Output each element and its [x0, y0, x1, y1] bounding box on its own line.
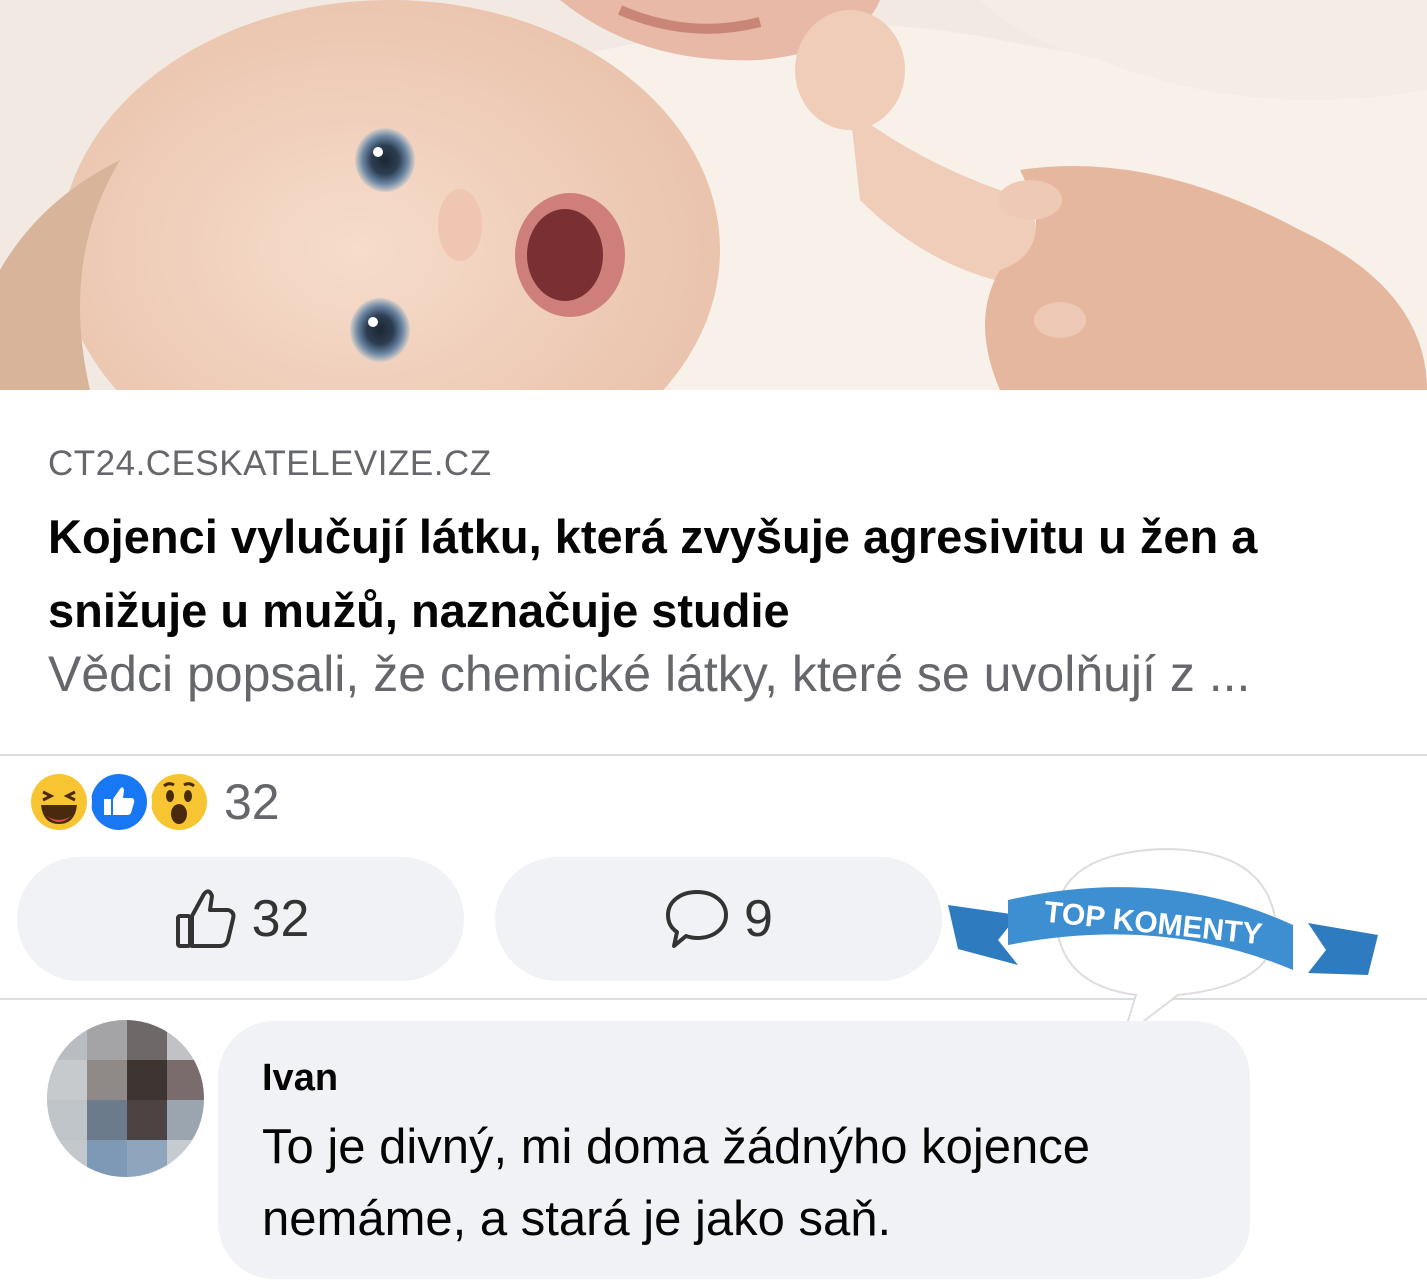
link-headline[interactable]: Kojenci vylučují látku, která zvyšuje ag… [48, 500, 1388, 648]
like-count: 32 [251, 890, 310, 948]
thumbs-up-icon [175, 889, 236, 948]
avatar[interactable] [47, 1020, 204, 1177]
pixelated-avatar-image [47, 1020, 204, 1177]
link-preview-image[interactable] [0, 0, 1427, 390]
top-komenty-badge: TOP KOMENTY [948, 845, 1378, 1045]
like-emoji-icon [86, 769, 152, 835]
reaction-count: 32 [224, 774, 280, 830]
laugh-emoji-icon [26, 769, 92, 835]
like-button[interactable]: 32 [17, 857, 464, 981]
divider [0, 754, 1427, 756]
link-description: Vědci popsali, že chemické látky, které … [48, 646, 1251, 702]
reactions-summary[interactable]: 32 [26, 769, 280, 835]
wow-emoji-icon [146, 769, 212, 835]
link-domain[interactable]: CT24.CESKATELEVIZE.CZ [48, 444, 492, 484]
comment-icon [666, 890, 729, 948]
comment-button[interactable]: 9 [495, 857, 942, 981]
comment-bubble[interactable]: Ivan To je divný, mi doma žádnýho kojenc… [218, 1021, 1250, 1279]
comment-author[interactable]: Ivan [262, 1057, 338, 1100]
baby-photo-illustration [0, 0, 1427, 390]
comment-text: To je divný, mi doma žádnýho kojence nem… [262, 1120, 1090, 1246]
comment-count: 9 [744, 890, 773, 948]
